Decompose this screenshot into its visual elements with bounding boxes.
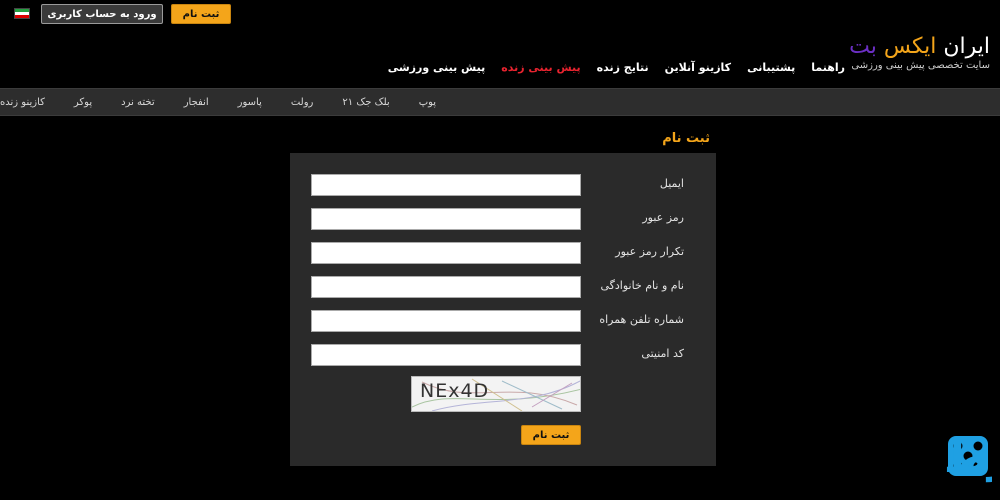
site-tagline: سایت تخصصی پیش بینی ورزشی xyxy=(851,60,990,71)
form-row-email: ایمیل xyxy=(290,174,716,196)
games-subnav: کازینو زنده پوکر تخته نرد انفجار پاسور ر… xyxy=(0,88,1000,116)
form-row-mobile: شماره تلفن همراه xyxy=(290,310,716,332)
register-button[interactable]: ثبت نام xyxy=(171,4,231,24)
subnav-item-poker[interactable]: پوکر xyxy=(74,97,92,108)
form-row-password: رمز عبور xyxy=(290,208,716,230)
subnav-item-live-casino[interactable]: کازینو زنده xyxy=(0,97,45,108)
captcha-image: NEx4D xyxy=(411,376,581,412)
subnav-item-pop[interactable]: پوپ xyxy=(419,97,436,108)
captcha-text: NEx4D xyxy=(420,380,490,402)
email-label: ایمیل xyxy=(659,177,684,190)
login-button[interactable]: ورود به حساب کاربری xyxy=(41,4,163,24)
form-row-security-code: کد امنیتی xyxy=(290,344,716,366)
password-label: رمز عبور xyxy=(642,211,684,224)
email-field[interactable] xyxy=(311,174,581,196)
security-code-label: کد امنیتی xyxy=(641,347,684,360)
subnav-item-backgammon[interactable]: تخته نرد xyxy=(121,97,155,108)
site-logo[interactable]: ایران ایکس بت xyxy=(849,34,990,59)
form-row-fullname: نام و نام خانوادگی xyxy=(290,276,716,298)
subnav-item-blackjack[interactable]: بلک جک ۲۱ xyxy=(342,97,389,108)
fullname-field[interactable] xyxy=(311,276,581,298)
page-title: ثبت نام xyxy=(662,131,710,146)
nav-item-help[interactable]: راهنما xyxy=(811,61,845,74)
watermark-text: مگاشرط xyxy=(944,433,992,483)
subnav-item-roulette[interactable]: رولت xyxy=(291,97,314,108)
nav-item-live-results[interactable]: نتایج زنده xyxy=(597,61,649,74)
fullname-label: نام و نام خانوادگی xyxy=(600,279,684,292)
megasharat-watermark: مگاشرط xyxy=(944,433,992,483)
password-repeat-label: تکرار رمز عبور xyxy=(615,245,684,258)
submit-register-button[interactable]: ثبت نام xyxy=(521,425,581,445)
language-flag-icon[interactable] xyxy=(14,8,30,19)
nav-item-support[interactable]: پشتیبانی xyxy=(747,61,795,74)
logo-word-1: ایران xyxy=(943,34,990,59)
subnav-item-crash[interactable]: انفجار xyxy=(184,97,209,108)
subnav-item-pasur[interactable]: پاسور xyxy=(238,97,262,108)
mobile-label: شماره تلفن همراه xyxy=(599,313,684,326)
registration-form: ایمیل رمز عبور تکرار رمز عبور نام و نام … xyxy=(290,153,716,466)
logo-word-2: ایکس xyxy=(883,34,937,59)
nav-item-online-casino[interactable]: کازینو آنلاین xyxy=(665,61,732,74)
nav-item-live-betting[interactable]: پیش بینی زنده xyxy=(501,61,580,74)
main-nav: پیش بینی ورزشی پیش بینی زنده نتایج زنده … xyxy=(388,61,845,74)
nav-item-sports-betting[interactable]: پیش بینی ورزشی xyxy=(388,61,486,74)
password-repeat-field[interactable] xyxy=(311,242,581,264)
mobile-field[interactable] xyxy=(311,310,581,332)
password-field[interactable] xyxy=(311,208,581,230)
logo-word-3: بت xyxy=(849,34,877,59)
security-code-field[interactable] xyxy=(311,344,581,366)
form-row-password-repeat: تکرار رمز عبور xyxy=(290,242,716,264)
